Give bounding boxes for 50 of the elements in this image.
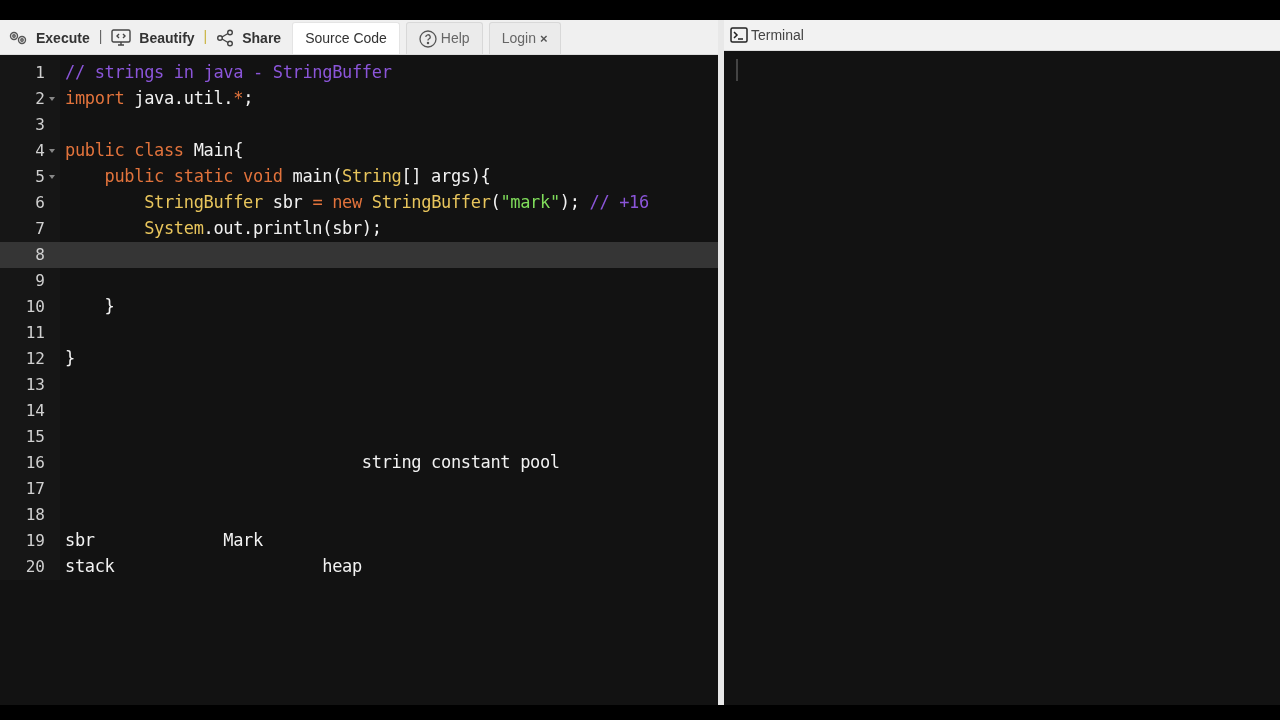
code-line: public class Main{ xyxy=(65,139,244,163)
help-icon xyxy=(418,29,437,48)
line-number: 13 xyxy=(25,374,45,396)
code-line: public static void main(String[] args){ xyxy=(103,165,491,189)
terminal-icon xyxy=(730,27,748,43)
code-line: System.out.println(sbr); xyxy=(143,217,382,241)
execute-button[interactable]: Execute xyxy=(7,23,91,53)
line-number: 8 xyxy=(35,244,45,266)
line-number: 12 xyxy=(25,348,45,370)
line-number: 20 xyxy=(25,556,45,578)
code-line: } xyxy=(103,295,115,319)
line-number: 4 xyxy=(35,140,45,162)
tab[interactable]: Source Code xyxy=(292,22,400,54)
tab[interactable]: Login × xyxy=(488,22,561,54)
line-number: 18 xyxy=(25,504,45,526)
code-line: } xyxy=(65,347,75,371)
code-line: import java.util.*; xyxy=(65,87,254,111)
line-number: 19 xyxy=(25,530,45,552)
line-number: 10 xyxy=(25,296,45,318)
line-number: 2 xyxy=(35,88,45,110)
line-number: 5 xyxy=(35,166,45,188)
fold-arrow-icon[interactable] xyxy=(49,149,55,153)
close-icon[interactable]: × xyxy=(539,28,548,49)
line-number: 7 xyxy=(35,218,45,240)
line-number: 14 xyxy=(25,400,45,422)
line-number: 16 xyxy=(25,452,45,474)
line-number: 17 xyxy=(25,478,45,500)
line-number: 1 xyxy=(35,62,45,84)
fold-arrow-icon[interactable] xyxy=(49,175,55,179)
line-number: 3 xyxy=(35,114,45,136)
monitor-code-icon xyxy=(111,29,132,47)
share-button[interactable]: Share xyxy=(215,23,283,53)
line-number: 9 xyxy=(35,270,45,292)
beautify-button[interactable]: Beautify xyxy=(110,23,196,53)
tab[interactable]: Help xyxy=(405,22,483,54)
code-line: // strings in java - StringBuffer xyxy=(65,61,392,85)
gears-icon xyxy=(8,30,28,46)
terminal-title: Terminal xyxy=(751,25,804,45)
code-line: stack heap xyxy=(65,555,362,579)
line-number: 6 xyxy=(35,192,45,214)
code-line: sbr Mark xyxy=(65,529,263,553)
line-number: 15 xyxy=(25,426,45,448)
share-icon xyxy=(216,29,235,47)
line-number: 11 xyxy=(25,322,45,344)
text-cursor xyxy=(736,59,738,81)
separator: | xyxy=(203,27,208,46)
separator: | xyxy=(98,27,103,46)
code-line: StringBuffer sbr = new StringBuffer("mark"); // +16 xyxy=(143,191,649,215)
code-line: string constant pool xyxy=(360,451,560,475)
fold-arrow-icon[interactable] xyxy=(49,97,55,101)
